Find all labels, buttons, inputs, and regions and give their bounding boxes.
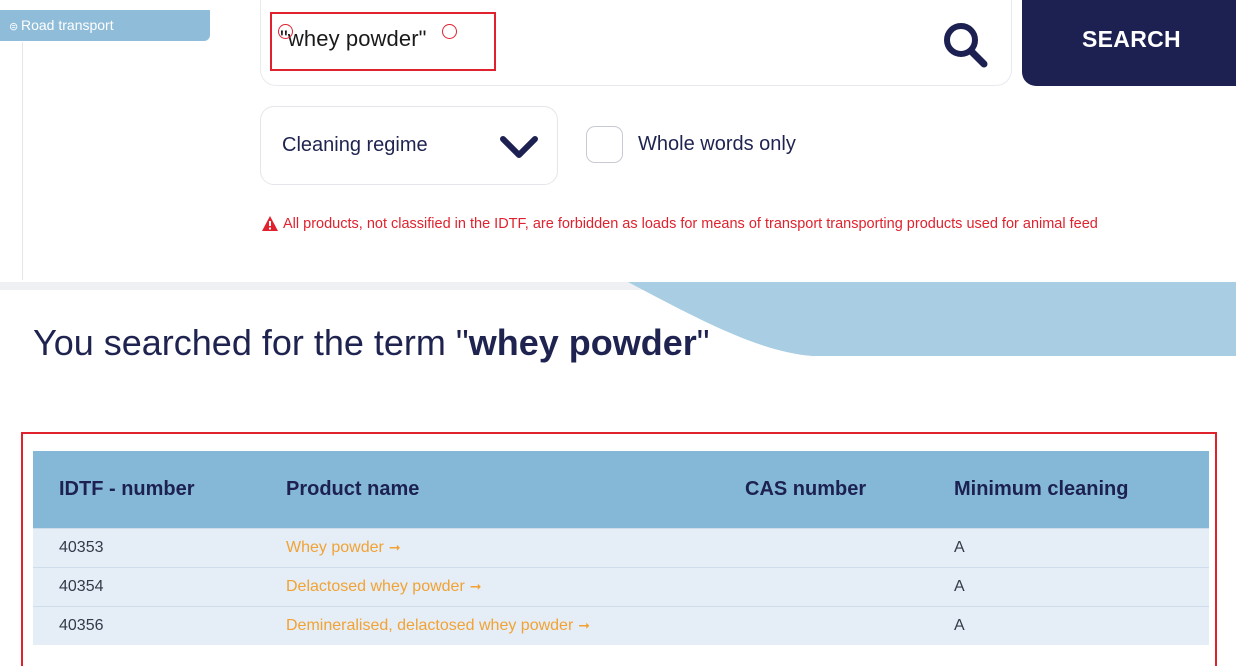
arrow-right-icon: ➞: [469, 577, 482, 594]
table-header-row: IDTF - number Product name CAS number Mi…: [33, 451, 1209, 528]
minimum-cleaning: A: [954, 577, 965, 595]
search-input-value[interactable]: "whey powder": [280, 26, 427, 52]
search-term: whey powder: [468, 322, 697, 363]
product-link[interactable]: Delactosed whey powder ➞: [286, 567, 745, 606]
product-name[interactable]: Whey powder: [286, 539, 384, 556]
arrow-right-icon: ➞: [578, 616, 590, 633]
idtf-number: 40356: [59, 616, 104, 634]
heading-suffix: ": [696, 322, 710, 363]
column-header-cas: CAS number: [745, 477, 867, 500]
results-heading: You searched for the term "whey powder": [33, 322, 710, 364]
column-header-cleaning: Minimum cleaning: [954, 477, 1129, 500]
quote-highlight-circle: [442, 24, 457, 39]
table-row: 40353 Whey powder ➞ A: [33, 528, 1209, 567]
minimum-cleaning: A: [954, 538, 965, 556]
table-row: 40356 Demineralised, delactosed whey pow…: [33, 606, 1209, 645]
idtf-number: 40353: [59, 538, 104, 556]
truck-icon: ⊜: [9, 21, 19, 33]
whole-words-checkbox[interactable]: [586, 126, 623, 163]
cas-number: [745, 528, 954, 567]
search-panel: ⊜ Road transport "whey powder" SEARCH Cle…: [0, 0, 1236, 282]
cas-number: [745, 567, 954, 606]
cleaning-regime-label: Cleaning regime: [282, 134, 428, 156]
product-link[interactable]: Whey powder ➞: [286, 528, 745, 567]
arrow-right-icon: ➞: [388, 538, 401, 555]
search-icon[interactable]: [940, 20, 990, 68]
sidebar-tab-road-transport[interactable]: ⊜ Road transport: [0, 10, 210, 41]
whole-words-label[interactable]: Whole words only: [638, 133, 796, 156]
product-name[interactable]: Delactosed whey powder: [286, 578, 465, 595]
idtf-number: 40354: [59, 577, 104, 595]
product-link[interactable]: Demineralised, delactosed whey powder ➞: [286, 606, 745, 645]
panel-divider: [22, 42, 23, 280]
column-header-idtf: IDTF - number: [59, 477, 195, 500]
cleaning-regime-select[interactable]: Cleaning regime: [260, 106, 558, 185]
chevron-down-icon: [500, 136, 538, 158]
product-name[interactable]: Demineralised, delactosed whey powder: [286, 617, 573, 634]
warning-icon: [262, 216, 278, 231]
table-row: 40354 Delactosed whey powder ➞ A: [33, 567, 1209, 606]
search-button[interactable]: SEARCH: [1022, 0, 1236, 86]
cas-number: [745, 606, 954, 645]
warning-message: All products, not classified in the IDTF…: [283, 216, 1098, 232]
sidebar-tab-label: Road transport: [21, 17, 114, 33]
quote-highlight-circle: [278, 24, 293, 39]
minimum-cleaning: A: [954, 616, 965, 634]
heading-prefix: You searched for the term ": [33, 322, 469, 363]
results-table: IDTF - number Product name CAS number Mi…: [33, 451, 1209, 645]
column-header-product: Product name: [286, 477, 420, 500]
